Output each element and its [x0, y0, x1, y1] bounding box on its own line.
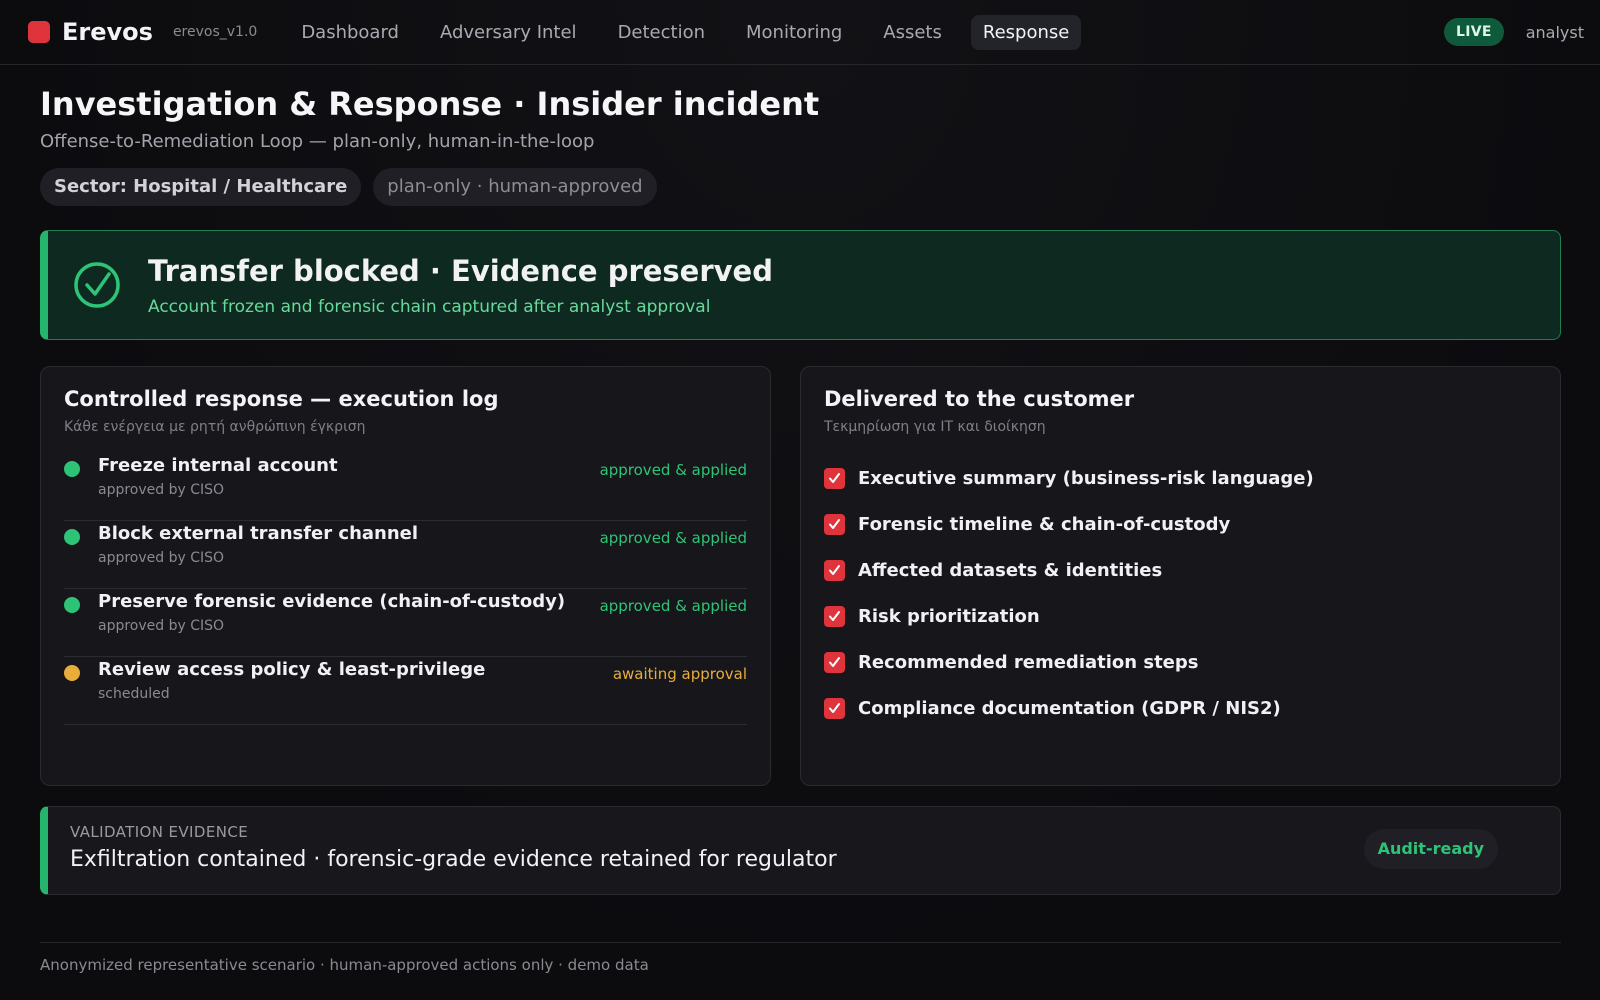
- checkbox-checked-icon[interactable]: [824, 605, 845, 627]
- execution-log-title: Controlled response — execution log: [64, 387, 499, 411]
- deliverable-item: Compliance documentation (GDPR / NIS2): [824, 683, 1537, 733]
- checkbox-checked-icon[interactable]: [824, 697, 845, 719]
- sector-chip: Sector: Hospital / Healthcare: [40, 168, 362, 206]
- deliverable-item: Executive summary (business-risk languag…: [824, 453, 1537, 503]
- log-item[interactable]: Preserve forensic evidence (chain-of-cus…: [64, 589, 747, 657]
- audit-ready-badge: Audit-ready: [1363, 829, 1498, 869]
- validation-evidence-panel: VALIDATION EVIDENCE Exfiltration contain…: [40, 806, 1561, 895]
- nav-item-monitoring[interactable]: Monitoring: [734, 15, 854, 50]
- banner-title: Transfer blocked · Evidence preserved: [148, 253, 773, 288]
- footer-divider: [40, 942, 1561, 943]
- banner-text: Transfer blocked · Evidence preserved Ac…: [148, 254, 773, 317]
- status-dot-icon: [64, 461, 80, 477]
- log-item[interactable]: Freeze internal account approved by CISO…: [64, 453, 747, 521]
- log-item[interactable]: Review access policy & least-privilege s…: [64, 657, 747, 725]
- log-item-detail: scheduled: [98, 686, 170, 702]
- log-item-detail: approved by CISO: [98, 550, 225, 566]
- nav-item-detection[interactable]: Detection: [606, 15, 717, 50]
- mode-chip: plan-only · human-approved: [373, 168, 657, 206]
- checkbox-checked-icon[interactable]: [824, 559, 845, 581]
- validation-kicker: VALIDATION EVIDENCE: [70, 823, 249, 841]
- status-dot-icon: [64, 665, 80, 681]
- main-nav: Dashboard Adversary Intel Detection Moni…: [289, 14, 1098, 50]
- outcome-banner: Transfer blocked · Evidence preserved Ac…: [40, 230, 1561, 340]
- log-item-status: approved & applied: [599, 461, 747, 479]
- app-name: Erevos: [62, 18, 153, 46]
- log-item-action: Review access policy & least-privilege: [98, 659, 486, 680]
- brand-logo-icon: [28, 21, 50, 43]
- deliverables-list: Executive summary (business-risk languag…: [824, 453, 1537, 733]
- execution-log-subtitle: Κάθε ενέργεια με ρητή ανθρώπινη έγκριση: [64, 419, 366, 435]
- checkbox-checked-icon[interactable]: [824, 467, 845, 489]
- page-title: Investigation & Response · Insider incid…: [40, 85, 820, 123]
- log-item-action: Block external transfer channel: [98, 523, 419, 544]
- log-item-status: approved & applied: [599, 597, 747, 615]
- nav-item-adversary-intel[interactable]: Adversary Intel: [428, 15, 589, 50]
- deliverables-title: Delivered to the customer: [824, 387, 1135, 411]
- check-circle-icon: [74, 262, 120, 308]
- log-item-detail: approved by CISO: [98, 618, 225, 634]
- log-item-status: awaiting approval: [612, 665, 747, 683]
- nav-item-response[interactable]: Response: [970, 14, 1082, 50]
- nav-item-assets[interactable]: Assets: [871, 15, 954, 50]
- validation-text: Exfiltration contained · forensic-grade …: [70, 847, 837, 872]
- deliverable-label: Forensic timeline & chain-of-custody: [858, 513, 1231, 535]
- top-right-controls: LIVE analyst: [1443, 18, 1584, 46]
- deliverables-card: Delivered to the customer Τεκμηρίωση για…: [800, 366, 1561, 786]
- log-item-action: Freeze internal account: [98, 455, 338, 476]
- execution-log-list: Freeze internal account approved by CISO…: [64, 453, 747, 725]
- page-subtitle: Offense-to-Remediation Loop — plan-only,…: [40, 131, 595, 152]
- deliverable-label: Executive summary (business-risk languag…: [858, 467, 1314, 489]
- log-item[interactable]: Block external transfer channel approved…: [64, 521, 747, 589]
- execution-log-card: Controlled response — execution log Κάθε…: [40, 366, 771, 786]
- checkbox-checked-icon[interactable]: [824, 513, 845, 535]
- checkbox-checked-icon[interactable]: [824, 651, 845, 673]
- deliverable-label: Compliance documentation (GDPR / NIS2): [858, 697, 1281, 719]
- nav-item-dashboard[interactable]: Dashboard: [289, 15, 411, 50]
- deliverable-item: Risk prioritization: [824, 591, 1537, 641]
- context-chips: Sector: Hospital / Healthcare plan-only …: [40, 168, 669, 206]
- deliverable-label: Affected datasets & identities: [858, 559, 1163, 581]
- status-dot-icon: [64, 597, 80, 613]
- deliverable-item: Affected datasets & identities: [824, 545, 1537, 595]
- log-item-status: approved & applied: [599, 529, 747, 547]
- deliverable-item: Recommended remediation steps: [824, 637, 1537, 687]
- log-item-detail: approved by CISO: [98, 482, 225, 498]
- user-menu[interactable]: analyst: [1526, 23, 1584, 42]
- brand[interactable]: Erevos erevos_v1.0: [28, 18, 257, 46]
- footer-note: Anonymized representative scenario · hum…: [40, 956, 649, 974]
- deliverable-label: Risk prioritization: [858, 605, 1040, 627]
- deliverables-subtitle: Τεκμηρίωση για IT και διοίκηση: [824, 419, 1046, 435]
- live-status-badge: LIVE: [1443, 18, 1504, 46]
- status-dot-icon: [64, 529, 80, 545]
- deliverable-item: Forensic timeline & chain-of-custody: [824, 499, 1537, 549]
- deliverable-label: Recommended remediation steps: [858, 651, 1199, 673]
- log-item-action: Preserve forensic evidence (chain-of-cus…: [98, 591, 566, 612]
- app-version: erevos_v1.0: [172, 24, 258, 40]
- top-navigation-bar: Erevos erevos_v1.0 Dashboard Adversary I…: [0, 0, 1600, 65]
- banner-subtitle: Account frozen and forensic chain captur…: [148, 296, 711, 317]
